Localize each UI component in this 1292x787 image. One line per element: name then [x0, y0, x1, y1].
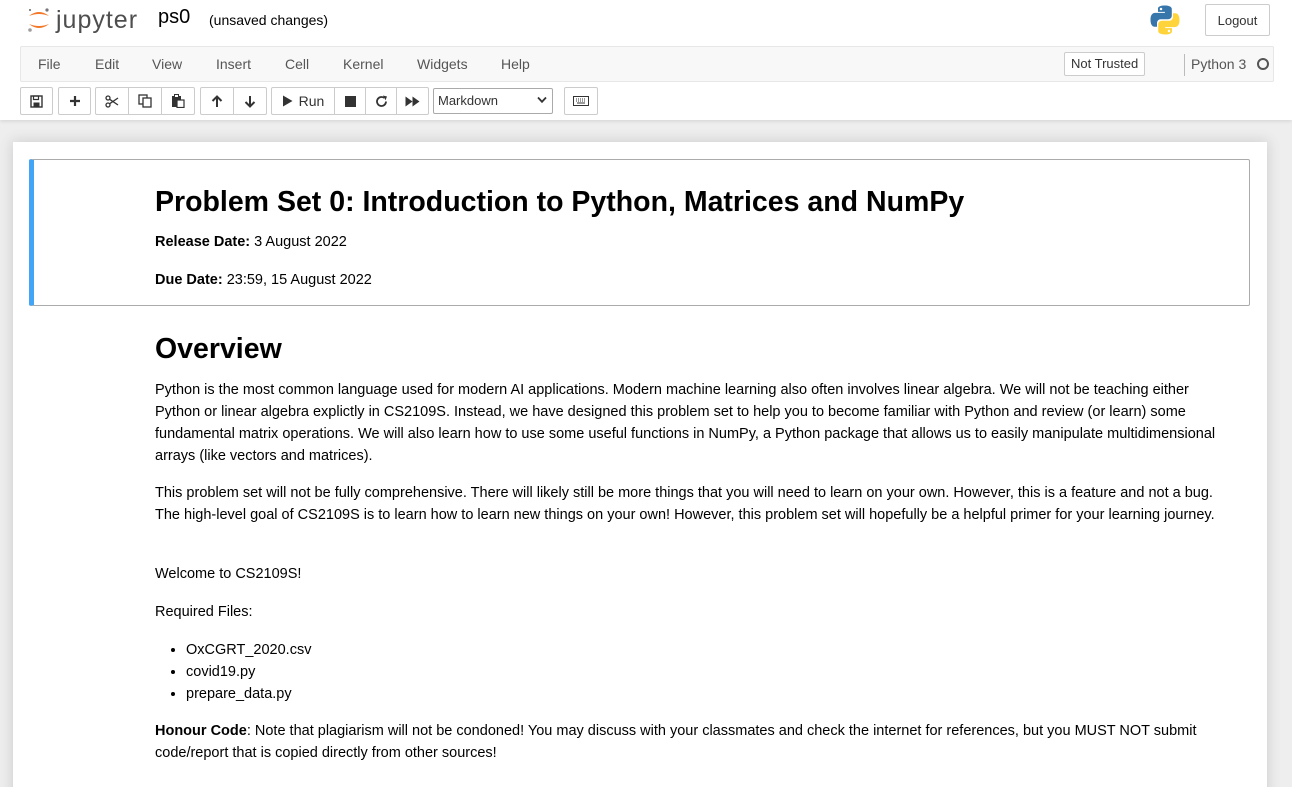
cell-type-select[interactable]: Markdown — [433, 88, 553, 114]
kernel-idle-icon — [1257, 58, 1269, 70]
play-icon — [282, 95, 293, 107]
run-label: Run — [298, 93, 325, 109]
notebook-container: Problem Set 0: Introduction to Python, M… — [13, 142, 1267, 787]
menu-view[interactable]: View — [152, 47, 182, 81]
plus-icon — [69, 96, 80, 106]
list-item: prepare_data.py — [186, 683, 311, 705]
welcome-text: Welcome to CS2109S! — [155, 566, 302, 582]
release-date-label: Release Date: — [155, 234, 251, 250]
required-files-list: OxCGRT_2020.csv covid19.py prepare_data.… — [186, 639, 311, 705]
menu-insert[interactable]: Insert — [216, 47, 251, 81]
restart-run-all-button[interactable] — [396, 87, 429, 115]
move-down-button[interactable] — [233, 87, 267, 115]
release-date-value: 3 August 2022 — [250, 234, 347, 250]
stop-icon — [344, 95, 356, 107]
menu-file[interactable]: File — [38, 47, 61, 81]
honour-code: Honour Code: Note that plagiarism will n… — [155, 720, 1230, 764]
jupyter-logo-icon — [28, 8, 49, 32]
restart-button[interactable] — [365, 87, 397, 115]
kernel-divider — [1184, 54, 1185, 76]
kernel-name[interactable]: Python 3 — [1191, 47, 1246, 81]
notebook-title-heading: Problem Set 0: Introduction to Python, M… — [155, 186, 965, 218]
not-trusted-button[interactable]: Not Trusted — [1064, 52, 1146, 76]
fast-forward-icon — [405, 96, 420, 106]
notebook-name[interactable]: ps0 — [158, 6, 190, 29]
menu-cell[interactable]: Cell — [285, 47, 309, 81]
required-files-label: Required Files: — [155, 604, 253, 620]
header: jupyter ps0 (unsaved changes) Logout Fil… — [0, 0, 1292, 120]
copy-button[interactable] — [128, 87, 162, 115]
run-button[interactable]: Run — [271, 87, 335, 115]
copy-icon — [138, 94, 152, 108]
menu-widgets[interactable]: Widgets — [417, 47, 468, 81]
insert-cell-button[interactable] — [58, 87, 91, 115]
save-button[interactable] — [20, 87, 53, 115]
restart-icon — [375, 95, 387, 107]
menubar: File Edit View Insert Cell Kernel Widget… — [20, 46, 1274, 82]
arrow-down-icon — [244, 95, 256, 108]
move-up-button[interactable] — [200, 87, 234, 115]
save-status: (unsaved changes) — [209, 12, 329, 28]
overview-paragraph-2: This problem set will not be fully compr… — [155, 485, 1215, 523]
honour-code-label: Honour Code — [155, 723, 247, 739]
command-palette-button[interactable] — [564, 87, 598, 115]
menu-help[interactable]: Help — [501, 47, 530, 81]
toolbar: Run Markdown — [20, 87, 1274, 117]
cut-icon — [105, 94, 119, 108]
list-item: covid19.py — [186, 661, 311, 683]
menu-kernel[interactable]: Kernel — [343, 47, 383, 81]
cut-button[interactable] — [95, 87, 129, 115]
jupyter-logo[interactable]: jupyter — [26, 4, 138, 36]
due-date-label: Due Date: — [155, 272, 223, 288]
save-icon — [30, 94, 43, 108]
logo-text: jupyter — [56, 5, 139, 34]
interrupt-button[interactable] — [334, 87, 366, 115]
menu-edit[interactable]: Edit — [95, 47, 119, 81]
python-logo-icon — [1149, 4, 1181, 41]
due-date: Due Date: 23:59, 15 August 2022 — [155, 272, 372, 288]
honour-code-text: : Note that plagiarism will not be condo… — [155, 723, 1197, 761]
list-item: OxCGRT_2020.csv — [186, 639, 311, 661]
release-date: Release Date: 3 August 2022 — [155, 234, 347, 250]
chevron-down-icon — [537, 96, 547, 104]
keyboard-icon — [573, 96, 589, 106]
arrow-up-icon — [211, 94, 223, 107]
due-date-value: 23:59, 15 August 2022 — [222, 272, 372, 288]
overview-paragraph-1: Python is the most common language used … — [155, 382, 1216, 464]
overview-heading: Overview — [155, 333, 282, 365]
header-bar: jupyter ps0 (unsaved changes) Logout — [0, 0, 1292, 40]
paste-icon — [172, 94, 185, 108]
cell-type-value: Markdown — [438, 93, 498, 108]
paste-button[interactable] — [161, 87, 195, 115]
logout-button[interactable]: Logout — [1205, 4, 1270, 36]
